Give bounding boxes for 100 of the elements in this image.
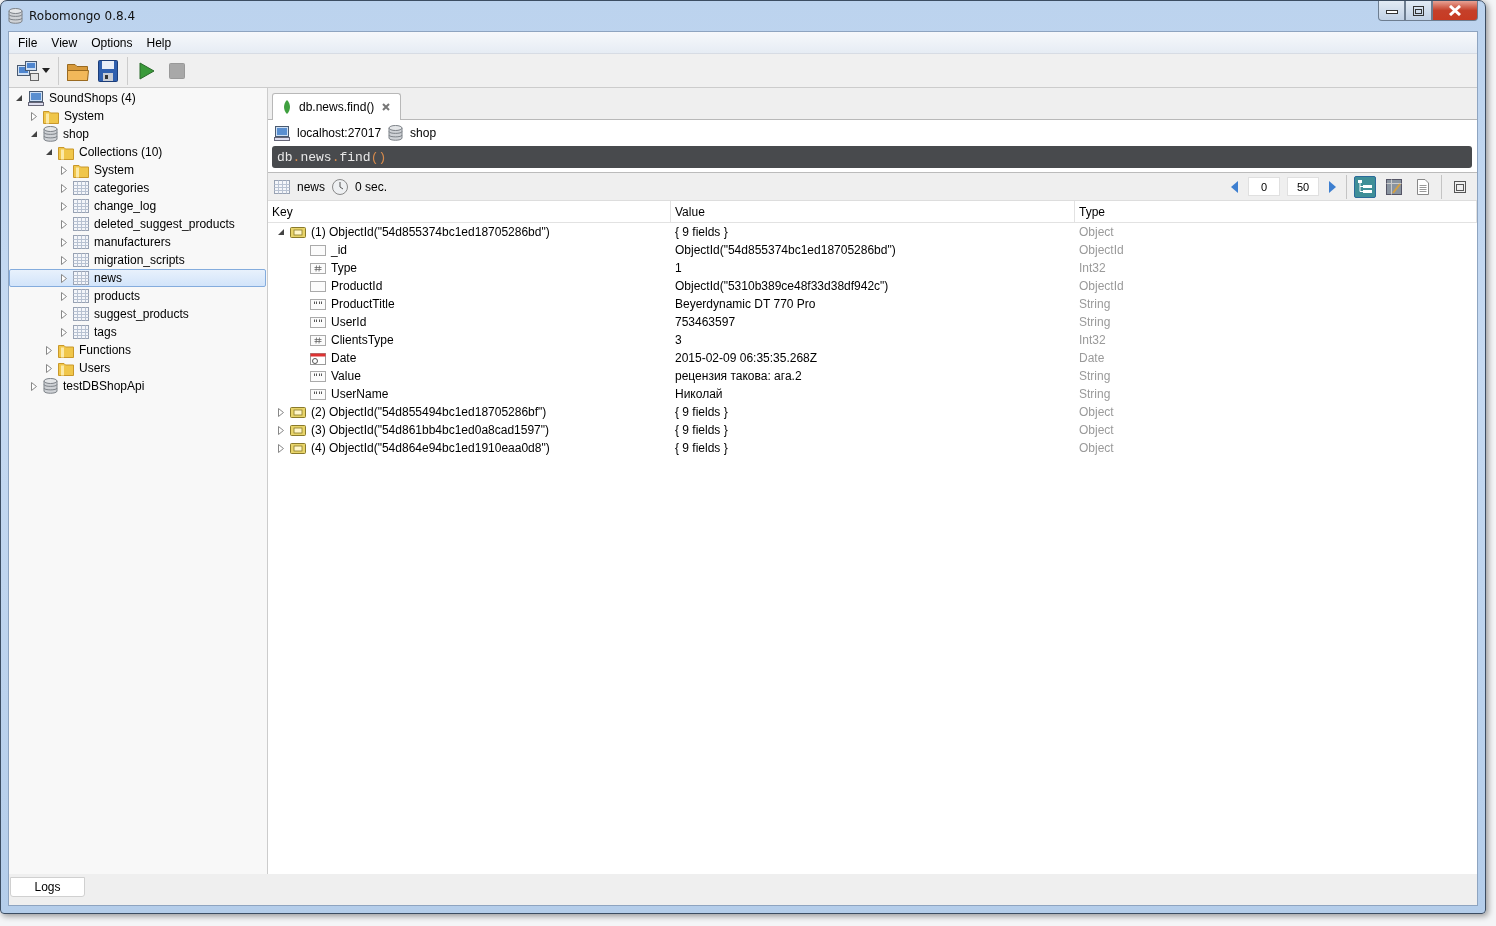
tree-item[interactable]: testDBShopApi — [9, 377, 266, 395]
right-arrow-icon — [1329, 180, 1336, 193]
key-cell: Date — [331, 351, 357, 365]
tree-item[interactable]: System — [9, 107, 266, 125]
document-icon — [1415, 178, 1431, 195]
query-editor[interactable]: db.news.find() — [272, 146, 1472, 168]
folder-icon — [73, 162, 89, 178]
number-field-icon — [310, 334, 326, 346]
minimize-button[interactable] — [1378, 1, 1405, 21]
maximize-button[interactable] — [1405, 1, 1432, 21]
tree-item[interactable]: shop — [9, 125, 266, 143]
tree-item[interactable]: categories — [9, 179, 266, 197]
leaf-icon — [283, 100, 291, 114]
type-cell-text: String — [1078, 368, 1112, 385]
value-cell-text: { 9 fields } — [674, 224, 729, 241]
play-icon — [139, 61, 155, 80]
tab-label[interactable]: db.news.find() — [299, 100, 375, 114]
query-tab[interactable]: db.news.find() — [272, 93, 402, 120]
tree-item[interactable]: System — [9, 161, 266, 179]
database-icon — [43, 378, 58, 394]
tree-item[interactable]: change_log — [9, 197, 266, 215]
database-name: shop — [410, 126, 437, 140]
field-icon — [310, 244, 326, 256]
type-cell-text: Date — [1078, 350, 1106, 367]
tree-item[interactable]: news — [9, 269, 266, 287]
key-cell: (1) ObjectId("54d855374bc1ed18705286bd") — [311, 225, 550, 239]
query-time: 0 sec. — [355, 179, 388, 194]
string-field-icon — [310, 370, 326, 382]
computer-icon — [274, 125, 290, 141]
tree-item[interactable]: manufacturers — [9, 233, 266, 251]
tree-item[interactable]: products — [9, 287, 266, 305]
key-cell: _id — [331, 243, 347, 257]
minimize-icon — [1385, 7, 1398, 14]
close-icon — [382, 103, 391, 111]
value-cell-text: { 9 fields } — [674, 422, 729, 439]
table-icon — [73, 235, 89, 249]
type-cell-text: Object — [1078, 440, 1115, 457]
key-cell: ClientsType — [331, 333, 394, 347]
menu-item[interactable]: Options — [84, 35, 140, 50]
tree-item[interactable]: Functions — [9, 341, 266, 359]
calendar-icon — [310, 351, 326, 365]
type-cell-text: String — [1078, 314, 1112, 331]
tree-item[interactable]: tags — [9, 323, 266, 341]
type-cell-text: Object — [1078, 422, 1115, 439]
clock-icon — [332, 178, 348, 195]
tree-item[interactable]: SoundShops (4) — [9, 89, 266, 107]
limit-field[interactable]: 50 — [1287, 177, 1319, 196]
maximize-icon — [1413, 5, 1424, 16]
menu-item[interactable]: File — [11, 35, 45, 50]
column-header[interactable]: Key — [268, 201, 671, 222]
tree-view-button[interactable] — [1354, 175, 1376, 198]
value-cell-text: 2015-02-09 06:35:35.268Z — [674, 350, 819, 367]
value-cell-text: { 9 fields } — [674, 440, 729, 457]
object-icon — [290, 424, 306, 436]
maximize-icon — [1454, 180, 1466, 193]
type-cell-text: Int32 — [1078, 332, 1107, 349]
collection-name: news — [297, 179, 325, 194]
close-button[interactable] — [1432, 1, 1478, 21]
object-icon — [290, 226, 306, 238]
menu-item[interactable]: Help — [139, 35, 179, 50]
close-icon — [1448, 5, 1462, 16]
tree-item[interactable]: Collections (10) — [9, 143, 266, 161]
key-cell: (2) ObjectId("54d855494bc1ed18705286bf") — [311, 405, 547, 419]
tree-item[interactable]: migration_scripts — [9, 251, 266, 269]
string-field-icon — [310, 316, 326, 328]
value-cell-text: 753463597 — [674, 314, 737, 331]
key-cell: (3) ObjectId("54d861bb4bc1ed0a8cad1597") — [311, 423, 550, 437]
table-icon — [73, 181, 89, 195]
folder-icon — [58, 360, 74, 376]
value-cell-text: Beyerdynamic DT 770 Pro — [674, 296, 817, 313]
tree-item[interactable]: deleted_suggest_products — [9, 215, 266, 233]
table-icon — [274, 179, 290, 194]
key-cell: (4) ObjectId("54d864e94bc1ed1910eaa0d8") — [311, 441, 550, 455]
menu-item[interactable]: View — [44, 35, 85, 50]
logs-tab[interactable]: Logs — [10, 877, 85, 897]
left-arrow-icon — [1231, 180, 1238, 193]
value-cell-text: 3 — [674, 332, 683, 349]
database-icon — [43, 126, 58, 142]
key-cell: ProductTitle — [331, 297, 395, 311]
network-computers-icon — [16, 60, 39, 81]
field-icon — [310, 280, 326, 292]
value-cell-text: Николай — [674, 386, 724, 403]
column-header[interactable]: Type — [1075, 201, 1477, 222]
close-tab-button[interactable] — [382, 103, 391, 111]
computer-icon — [28, 90, 44, 106]
type-cell-text: String — [1078, 386, 1112, 403]
number-field-icon — [310, 262, 326, 274]
folder-icon — [58, 144, 74, 160]
table-icon — [73, 271, 89, 285]
value-cell-text: ObjectId("54d855374bc1ed18705286bd") — [674, 242, 897, 259]
tree-item[interactable]: suggest_products — [9, 305, 266, 323]
tree-item[interactable]: Users — [9, 359, 266, 377]
stop-icon — [169, 62, 185, 79]
table-edit-icon — [1386, 178, 1402, 195]
skip-field[interactable]: 0 — [1248, 177, 1280, 196]
key-cell: UserId — [331, 315, 367, 329]
column-header[interactable]: Value — [671, 201, 1075, 222]
table-icon — [73, 289, 89, 303]
type-cell-text: String — [1078, 296, 1112, 313]
folder-icon — [58, 342, 74, 358]
